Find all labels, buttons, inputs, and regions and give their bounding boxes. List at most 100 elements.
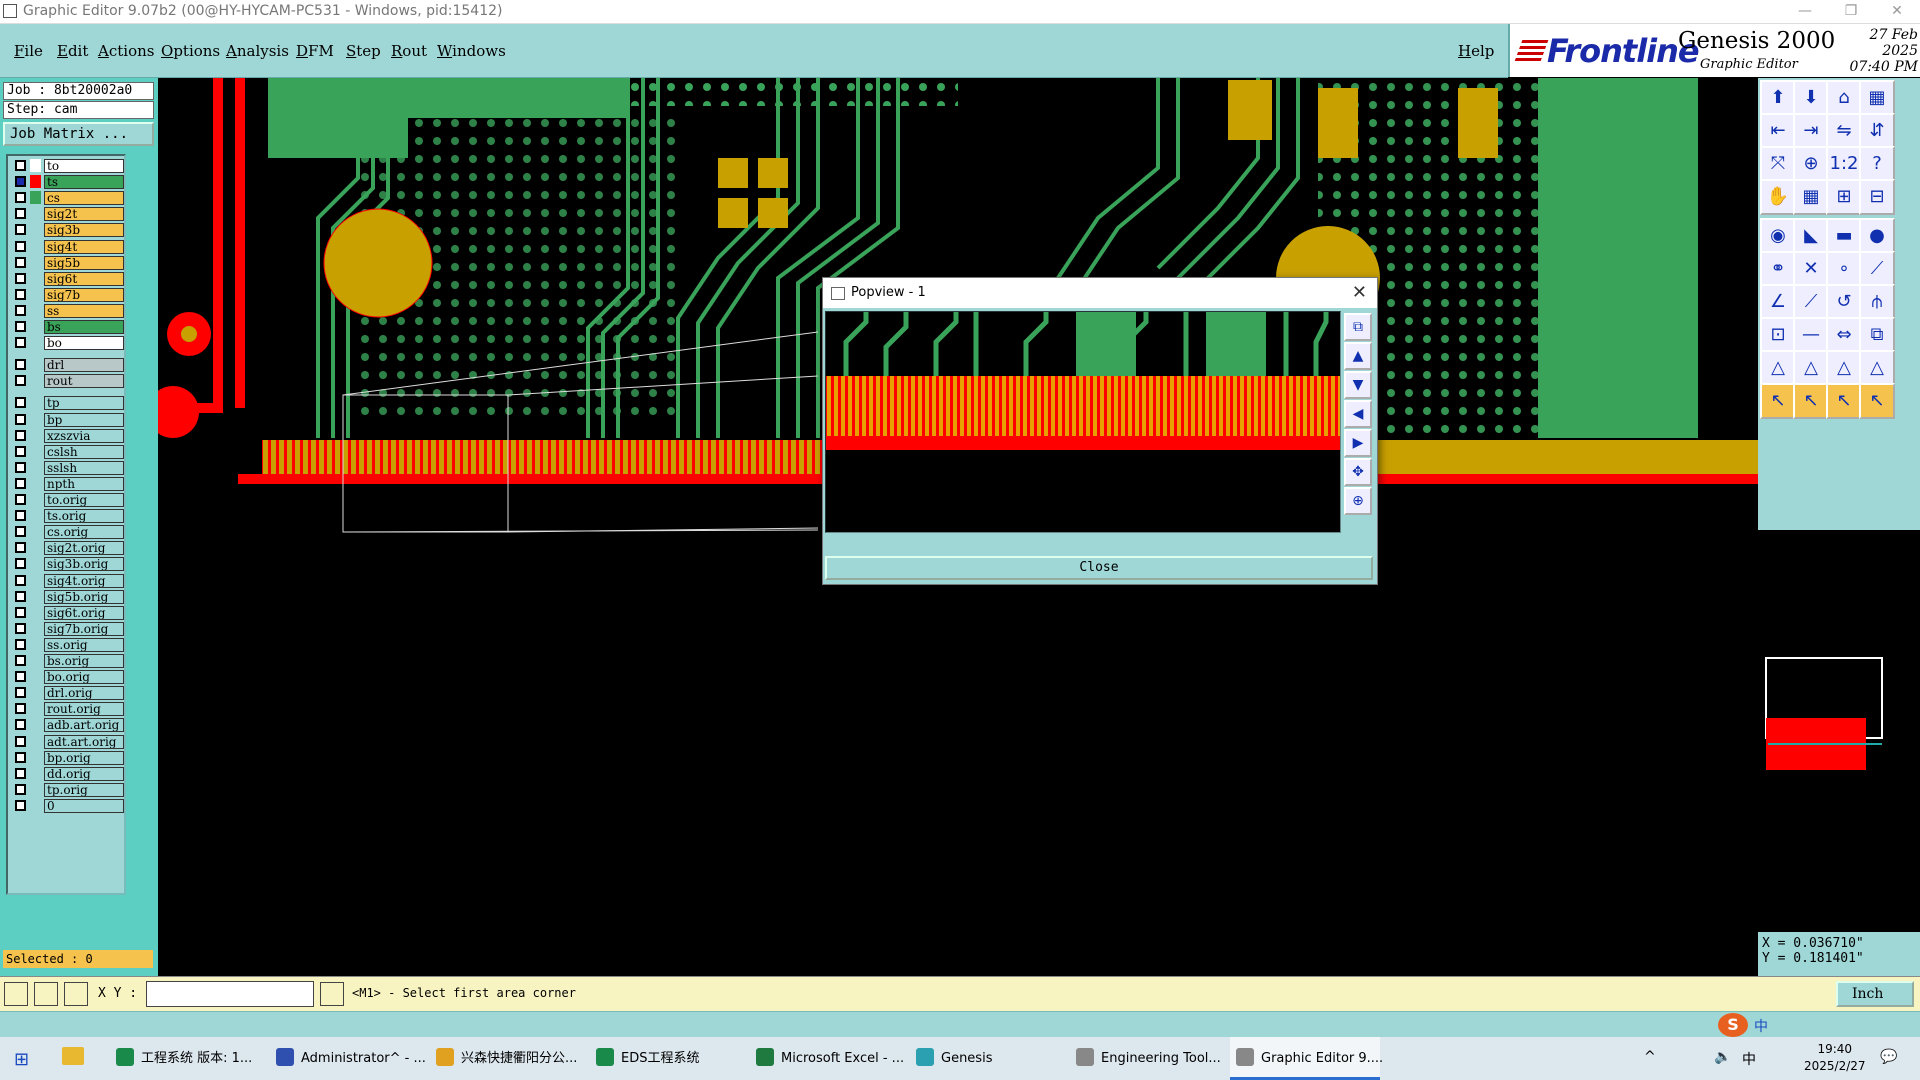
menu-options[interactable]: Options xyxy=(161,42,220,60)
layer-checkbox[interactable] xyxy=(15,160,26,171)
arrow-up-icon[interactable]: ⬆ xyxy=(1760,80,1796,116)
layer-row[interactable]: bo xyxy=(10,335,124,351)
layer-row[interactable]: sig2t xyxy=(10,206,124,222)
layer-checkbox[interactable] xyxy=(15,751,26,763)
measure-icon[interactable]: ◣ xyxy=(1793,218,1829,254)
layer-checkbox[interactable] xyxy=(15,606,26,618)
pointer-d-icon[interactable]: ↖ xyxy=(1859,383,1895,419)
layer-row[interactable]: adt.art.orig xyxy=(10,734,124,749)
menu-analysis[interactable]: Analysis xyxy=(226,42,289,60)
layer-row[interactable]: rout xyxy=(10,373,124,389)
notification-icon[interactable]: 💬 xyxy=(1880,1049,1897,1065)
layer-row[interactable]: xzszvia xyxy=(10,428,124,443)
layer-checkbox[interactable] xyxy=(15,671,26,683)
layer-row[interactable]: bp xyxy=(10,412,124,427)
menu-step[interactable]: Step xyxy=(346,42,381,60)
layer-row[interactable]: sig7b xyxy=(10,287,124,302)
start-icon[interactable]: ⊞ xyxy=(14,1049,29,1070)
layer-row[interactable]: sig6t.orig xyxy=(10,605,124,620)
layer-checkbox[interactable] xyxy=(15,767,26,779)
circle-icon[interactable]: ● xyxy=(1859,218,1895,254)
layer-row[interactable]: sig6t xyxy=(10,271,124,286)
restore-icon[interactable]: ❐ xyxy=(1828,0,1874,23)
layer-row[interactable]: cs xyxy=(10,190,124,206)
layer-row[interactable]: to.orig xyxy=(10,492,124,507)
menu-rout[interactable]: Rout xyxy=(391,42,427,60)
tri-d-icon[interactable]: △ xyxy=(1859,350,1895,386)
layer-checkbox[interactable] xyxy=(15,622,26,634)
flip-v-icon[interactable]: ⇵ xyxy=(1859,113,1895,149)
ime-mode-icon[interactable]: 中 xyxy=(1754,1016,1768,1036)
layer-checkbox[interactable] xyxy=(15,176,26,188)
popview-zoom-icon[interactable]: ⧉ xyxy=(1344,313,1372,341)
layer-checkbox[interactable] xyxy=(15,590,26,602)
connect-icon[interactable]: ⚭ xyxy=(1760,251,1796,287)
menu-windows[interactable]: Windows xyxy=(437,42,506,60)
layer-checkbox[interactable] xyxy=(15,799,26,811)
tri-a-icon[interactable]: △ xyxy=(1760,350,1796,386)
taskbar-item[interactable]: EDS工程系统 xyxy=(590,1037,740,1080)
layer-checkbox[interactable] xyxy=(15,429,26,441)
layer-checkbox[interactable] xyxy=(15,256,26,268)
resize-icon[interactable]: ⇔ xyxy=(1826,317,1862,353)
layer-checkbox[interactable] xyxy=(15,655,26,666)
taskbar-item[interactable]: 工程系统 版本: 1... xyxy=(110,1037,260,1080)
zoom-in-icon[interactable]: ⊕ xyxy=(1793,146,1829,182)
layer-row[interactable]: sig4t xyxy=(10,239,124,254)
layer-checkbox[interactable] xyxy=(15,703,26,715)
layer-row[interactable]: cs.orig xyxy=(10,524,124,540)
edge-icon[interactable]: ⟋ xyxy=(1859,251,1895,287)
layer-checkbox[interactable] xyxy=(15,397,26,409)
pointer-icon[interactable]: ↖ xyxy=(1760,383,1796,419)
layer-checkbox[interactable] xyxy=(15,224,26,236)
unit-selector[interactable]: Inch xyxy=(1836,981,1914,1007)
taskbar-item[interactable]: Administrator^ - ... xyxy=(270,1037,426,1080)
layer-row[interactable]: drl.orig xyxy=(10,685,124,701)
pointer-c-icon[interactable]: ↖ xyxy=(1826,383,1862,419)
minimap[interactable] xyxy=(1758,652,1920,928)
ruler-icon[interactable]: ▬ xyxy=(1826,218,1862,254)
layer-checkbox[interactable] xyxy=(15,526,26,538)
home-icon[interactable]: ⌂ xyxy=(1826,80,1862,116)
line-b-icon[interactable]: ⟋ xyxy=(1793,284,1829,320)
arc-icon[interactable]: ↺ xyxy=(1826,284,1862,320)
layer-checkbox[interactable] xyxy=(15,288,26,300)
popview-fit-icon[interactable]: ✥ xyxy=(1344,458,1372,486)
layer-row[interactable]: sig2t.orig xyxy=(10,540,124,556)
layer-row[interactable]: to xyxy=(10,158,124,173)
popview-close-button[interactable]: Close xyxy=(825,556,1373,580)
grid-mode-icon[interactable] xyxy=(64,982,88,1006)
layer-row[interactable]: sig3b.orig xyxy=(10,556,124,572)
layer-row[interactable]: sig5b xyxy=(10,255,124,270)
sogou-ime-icon[interactable]: S xyxy=(1718,1013,1748,1037)
layer-row[interactable]: bs xyxy=(10,319,124,334)
minimize-icon[interactable]: — xyxy=(1782,0,1828,23)
layer-row[interactable]: bs.orig xyxy=(10,653,124,668)
popview-canvas[interactable] xyxy=(825,311,1341,533)
clock[interactable]: 19:40 2025/2/27 xyxy=(1804,1041,1866,1075)
popview-down-icon[interactable]: ▼ xyxy=(1344,371,1372,399)
layer-row[interactable]: ts xyxy=(10,174,124,190)
layer-checkbox[interactable] xyxy=(15,375,26,387)
tri-c-icon[interactable]: △ xyxy=(1826,350,1862,386)
line-a-icon[interactable]: ∠ xyxy=(1760,284,1796,320)
layer-checkbox[interactable] xyxy=(15,477,26,489)
popview-left-icon[interactable]: ◀ xyxy=(1344,400,1372,428)
measure-mode-icon[interactable] xyxy=(34,982,58,1006)
tray-chevron-icon[interactable]: ^ xyxy=(1644,1049,1656,1065)
layer-row[interactable]: bp.orig xyxy=(10,750,124,765)
tri-b-icon[interactable]: △ xyxy=(1793,350,1829,386)
menu-edit[interactable]: Edit xyxy=(57,42,88,60)
layer-checkbox[interactable] xyxy=(15,445,26,457)
taskbar-item[interactable]: Engineering Tool... xyxy=(1070,1037,1221,1080)
grid-icon[interactable]: ▦ xyxy=(1793,179,1829,215)
arrow-down-icon[interactable]: ⬇ xyxy=(1793,80,1829,116)
flip-h-icon[interactable]: ⇋ xyxy=(1826,113,1862,149)
taskbar-item[interactable]: Graphic Editor 9.... xyxy=(1230,1037,1383,1080)
left-icon[interactable]: ⇤ xyxy=(1760,113,1796,149)
layer-row[interactable]: cslsh xyxy=(10,444,124,459)
layer-row[interactable]: ts.orig xyxy=(10,508,124,524)
minus-icon[interactable]: — xyxy=(1793,317,1829,353)
right-icon[interactable]: ⇥ xyxy=(1793,113,1829,149)
layer-row[interactable]: adb.art.orig xyxy=(10,717,124,733)
